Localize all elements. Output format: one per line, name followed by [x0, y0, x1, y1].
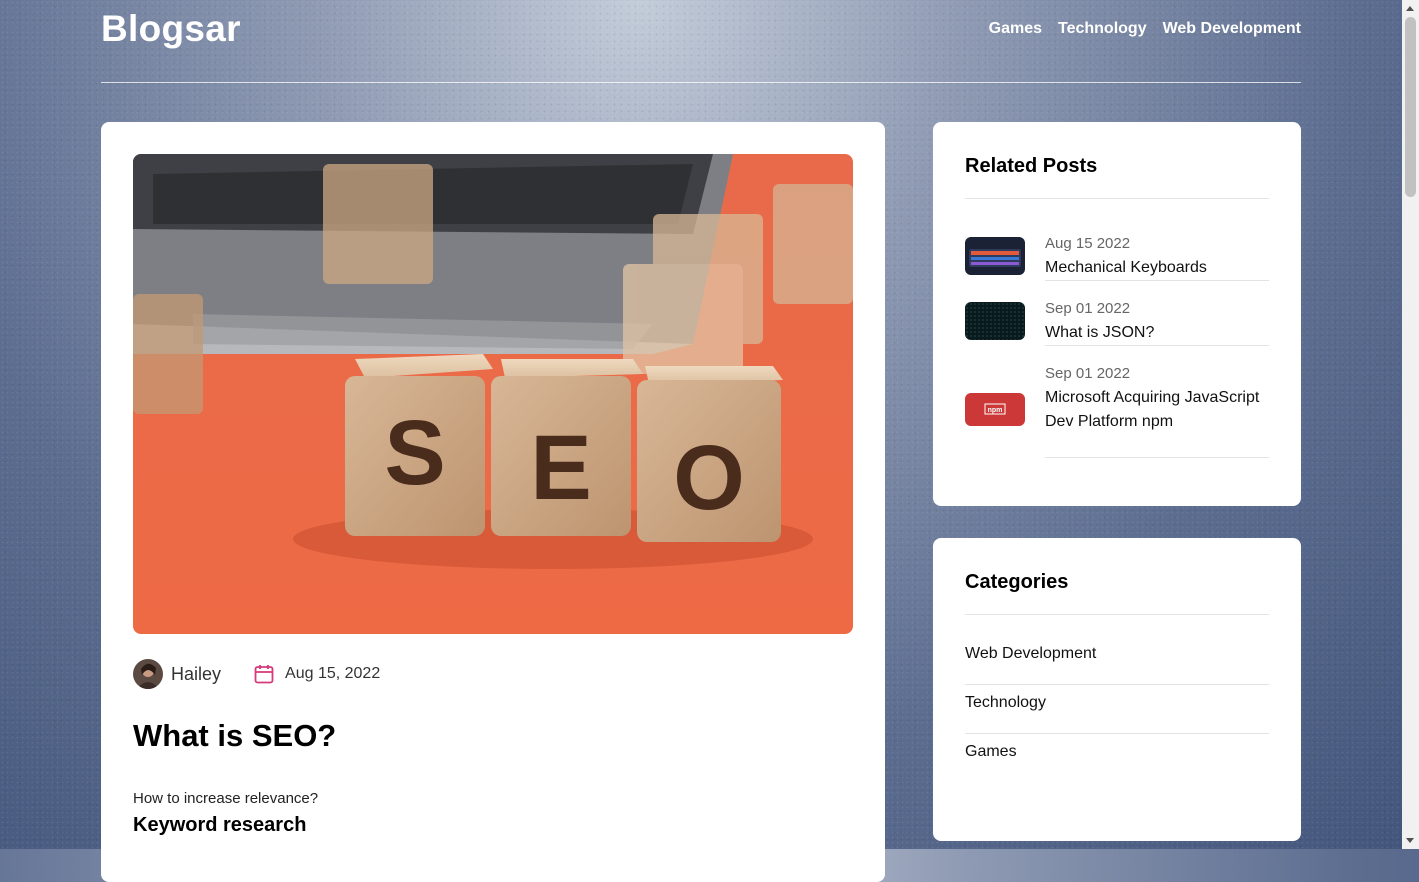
categories-title: Categories	[965, 571, 1069, 593]
scrollbar-thumb[interactable]	[1405, 17, 1416, 197]
main-nav: Games Technology Web Development	[989, 20, 1301, 38]
post-date: Aug 15, 2022	[285, 665, 381, 682]
site-logo[interactable]: Blogsar	[101, 8, 241, 50]
divider	[965, 198, 1269, 199]
author-avatar	[133, 659, 163, 689]
scroll-up-arrow-icon[interactable]	[1406, 6, 1414, 11]
related-post-thumbnail[interactable]	[965, 237, 1025, 275]
post-meta: Hailey Aug 15, 2022	[133, 658, 380, 690]
nav-games[interactable]: Games	[989, 20, 1042, 38]
post-intro: How to increase relevance?	[133, 790, 319, 807]
related-post-date: Aug 15 2022	[1045, 235, 1131, 252]
category-item: Web Development	[965, 635, 1269, 685]
related-post-link[interactable]: Mechanical Keyboards	[1045, 256, 1269, 280]
page-scrollbar[interactable]	[1402, 0, 1419, 849]
nav-web-development[interactable]: Web Development	[1163, 20, 1301, 38]
author-name[interactable]: Hailey	[171, 664, 221, 685]
svg-text:S: S	[384, 402, 445, 504]
related-post-link[interactable]: What is JSON?	[1045, 321, 1269, 345]
scroll-down-arrow-icon[interactable]	[1406, 838, 1414, 843]
categories-widget: Categories Web Development Technology Ga…	[933, 538, 1301, 841]
related-post-thumbnail[interactable]	[965, 302, 1025, 340]
related-post-thumbnail[interactable]: npm	[965, 393, 1025, 426]
calendar-icon	[253, 663, 275, 685]
category-games[interactable]: Games	[965, 743, 1017, 761]
svg-text:O: O	[673, 427, 745, 529]
category-item: Technology	[965, 684, 1269, 734]
related-post-date: Sep 01 2022	[1045, 365, 1131, 382]
related-post-link[interactable]: Microsoft Acquiring JavaScript Dev Platf…	[1045, 386, 1269, 434]
section-heading: Keyword research	[133, 814, 307, 836]
related-posts-title: Related Posts	[965, 155, 1098, 177]
nav-technology[interactable]: Technology	[1058, 20, 1147, 38]
related-post-date: Sep 01 2022	[1045, 300, 1131, 317]
post-title: What is SEO?	[133, 718, 337, 753]
divider	[965, 614, 1269, 615]
post-hero-image: S E O	[133, 154, 853, 634]
post-card: S E O Hailey Aug 15, 2022 What is SEO? H	[101, 122, 885, 882]
svg-text:E: E	[530, 417, 591, 519]
category-technology[interactable]: Technology	[965, 694, 1046, 712]
site-header: Blogsar Games Technology Web Development	[101, 0, 1301, 83]
related-posts-widget: Related Posts Aug 15 2022 Mechanical Key…	[933, 122, 1301, 506]
npm-logo-text: npm	[988, 407, 1003, 414]
category-web-development[interactable]: Web Development	[965, 645, 1096, 663]
category-item: Games	[965, 733, 1269, 782]
